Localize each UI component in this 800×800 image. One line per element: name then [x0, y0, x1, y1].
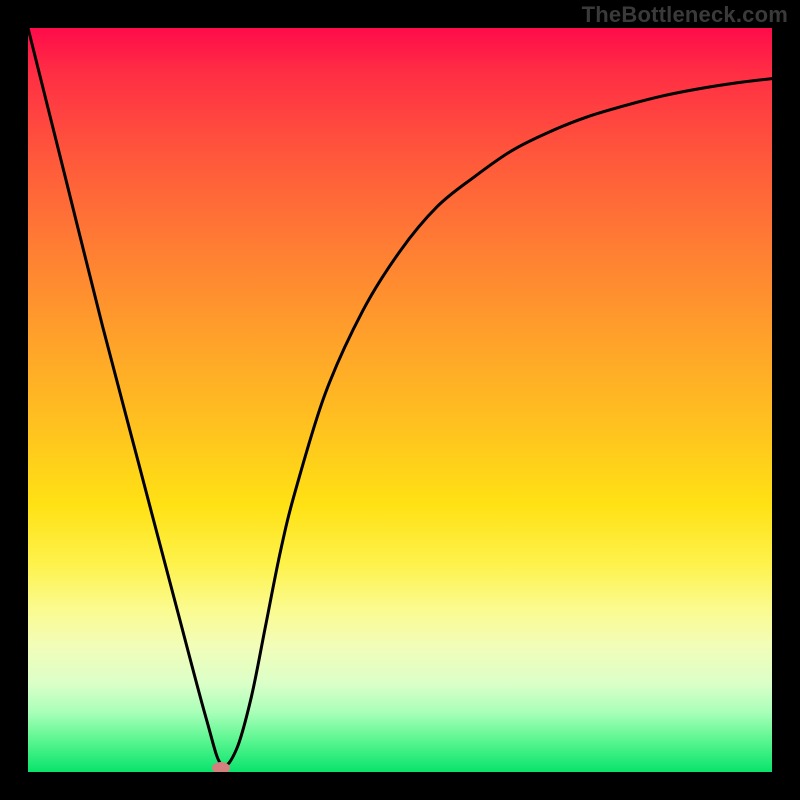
bottleneck-curve: [28, 28, 772, 772]
plot-area: [28, 28, 772, 772]
chart-frame: TheBottleneck.com: [0, 0, 800, 800]
attribution-label: TheBottleneck.com: [582, 2, 788, 28]
minimum-marker: [212, 762, 230, 772]
